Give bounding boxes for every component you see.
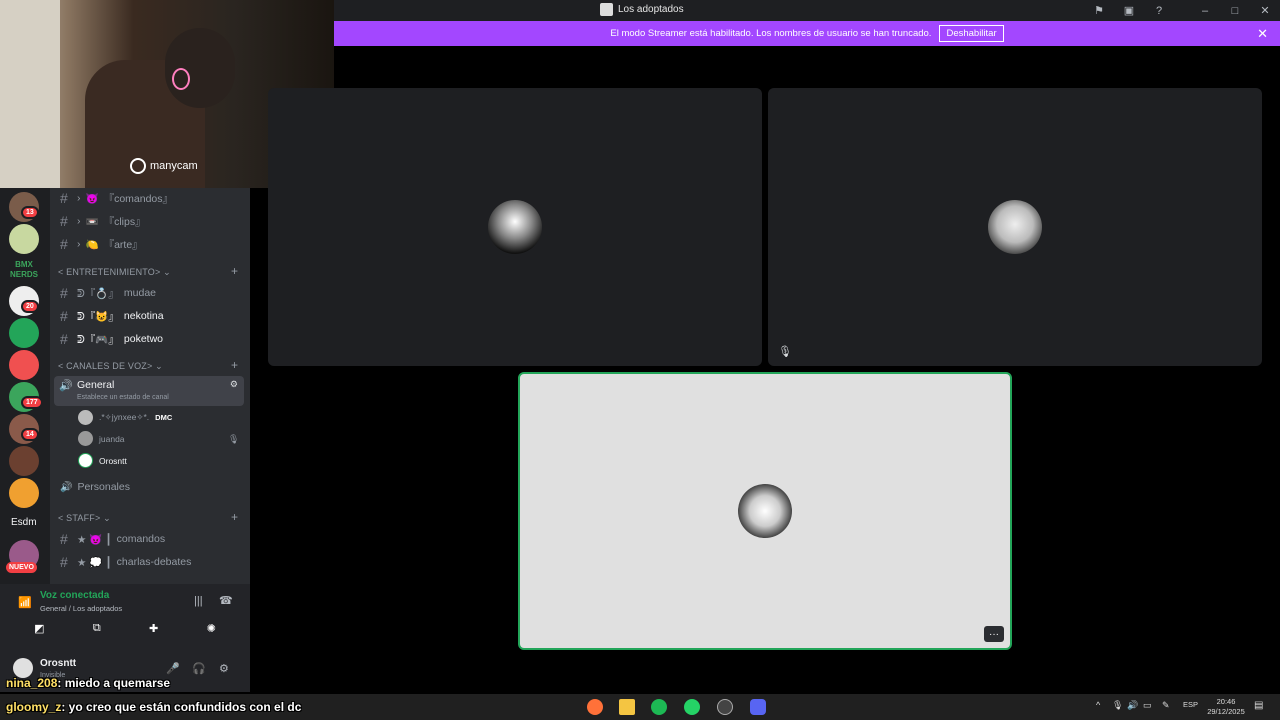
close-icon[interactable]: ✕ xyxy=(1257,26,1268,42)
whatsapp-icon[interactable] xyxy=(684,699,700,715)
mention-badge: 14 xyxy=(21,428,39,441)
server-icon-5[interactable] xyxy=(9,318,39,348)
server-icon-10[interactable] xyxy=(9,478,39,508)
obs-icon[interactable] xyxy=(717,699,733,715)
channel-nekotina[interactable]: # ᕲ『😺』 nekotina xyxy=(60,308,164,324)
video-tile-speaking[interactable]: ··· xyxy=(518,372,1012,650)
close-window-button[interactable]: ✕ xyxy=(1250,0,1280,21)
channel-staff-comandos[interactable]: # ★ 😈 ┃ comandos xyxy=(60,531,165,547)
server-icon-6[interactable] xyxy=(9,350,39,380)
screen-share-icon[interactable]: ⧉ xyxy=(93,622,101,640)
firefox-icon[interactable] xyxy=(587,699,603,715)
new-badge: NUEVO xyxy=(6,562,37,573)
server-icon-bmx[interactable]: BMX NERDS xyxy=(9,256,39,286)
avatar xyxy=(78,453,93,468)
gear-icon[interactable]: ⚙ xyxy=(230,379,238,390)
headphones-icon[interactable]: 🎧 xyxy=(192,662,206,675)
mic-muted-icon: 🎙 xyxy=(228,434,240,444)
spotify-icon[interactable] xyxy=(651,699,667,715)
channel-poketwo[interactable]: # ᕲ『🎮』 poketwo xyxy=(60,331,163,347)
headphone-light-icon xyxy=(172,68,190,90)
mic-muted-icon: 🎙 xyxy=(778,346,792,358)
video-tile[interactable]: 🎙 xyxy=(768,88,1262,366)
camera-off-icon[interactable]: ◩ xyxy=(34,622,44,640)
add-channel-icon[interactable]: + xyxy=(231,510,238,524)
category-voice[interactable]: < CANALES DE VOZ> ⌄ xyxy=(58,361,163,372)
mic-icon[interactable]: 🎙 xyxy=(1112,700,1123,711)
mention-badge: 13 xyxy=(21,206,39,219)
server-icon-9[interactable] xyxy=(9,446,39,476)
manycam-logo-icon xyxy=(130,158,146,174)
voice-location: General / Los adoptados xyxy=(40,604,123,613)
volume-icon[interactable]: 🔊 xyxy=(1127,700,1138,711)
banner-text: El modo Streamer está habilitado. Los no… xyxy=(610,28,932,39)
speaker-icon: 🔊 xyxy=(59,380,73,392)
more-options-icon[interactable]: ··· xyxy=(984,626,1004,642)
avatar[interactable] xyxy=(13,658,33,678)
voice-actions: ◩ ⧉ ✚ ✺ xyxy=(10,622,240,640)
avatar xyxy=(738,484,792,538)
channel-charlas-debates[interactable]: # ★ 💭 ┃ charlas-debates xyxy=(60,554,191,570)
soundboard-icon[interactable]: ✺ xyxy=(207,622,216,640)
minimize-button[interactable]: – xyxy=(1190,0,1220,21)
activities-icon[interactable]: ✚ xyxy=(149,622,158,640)
category-entertainment[interactable]: < ENTRETENIMIENTO> ⌄ xyxy=(58,267,171,278)
channel-comandos[interactable]: # › 😈 『comandos』 xyxy=(60,190,173,206)
webcam-wall xyxy=(0,0,60,188)
discord-icon[interactable] xyxy=(750,699,766,715)
file-explorer-icon[interactable] xyxy=(619,699,635,715)
channel-clips[interactable]: # › 📼 『clips』 xyxy=(60,213,146,229)
noise-suppression-icon[interactable]: ||| xyxy=(194,595,203,607)
video-tile[interactable] xyxy=(268,88,762,366)
user-name: Orosntt xyxy=(40,658,77,669)
avatar xyxy=(78,410,93,425)
add-channel-icon[interactable]: + xyxy=(231,358,238,372)
pen-icon[interactable]: ✎ xyxy=(1162,700,1170,711)
language-indicator[interactable]: ESP xyxy=(1183,700,1198,709)
mention-badge: 20 xyxy=(21,300,39,313)
disable-streamer-button[interactable]: Deshabilitar xyxy=(939,25,1004,42)
chevron-up-icon[interactable]: ^ xyxy=(1096,700,1100,710)
webcam-head xyxy=(165,28,235,108)
chat-message: nina_208: miedo a quemarse xyxy=(6,676,171,690)
signal-icon: 📶 xyxy=(18,597,32,609)
server-label-esdm[interactable]: Esdm xyxy=(11,517,37,528)
mic-icon[interactable]: 🎤 xyxy=(166,662,180,675)
voice-status[interactable]: Voz conectada xyxy=(40,590,109,601)
window-controls: ⚑ ▣ ? – □ ✕ xyxy=(1084,0,1280,21)
channel-arte[interactable]: # › 🍋 『arte』 xyxy=(60,236,143,252)
disconnect-icon[interactable]: ☎ xyxy=(219,594,233,607)
avatar xyxy=(488,200,542,254)
maximize-button[interactable]: □ xyxy=(1220,0,1250,21)
server-icon xyxy=(600,3,613,16)
channel-status[interactable]: Establece un estado de canal xyxy=(77,394,169,401)
add-channel-icon[interactable]: + xyxy=(231,264,238,278)
chat-message: gloomy_z: yo creo que están confundidos … xyxy=(6,700,302,714)
voice-channel-general[interactable]: 🔊 General Establece un estado de canal ⚙ xyxy=(54,376,244,406)
voice-user[interactable]: .*✧jynxee✧*. DMC xyxy=(78,410,172,425)
voice-user[interactable]: Orosntt xyxy=(78,453,127,468)
window-title: Los adoptados xyxy=(600,3,684,16)
server-icon-2[interactable] xyxy=(9,224,39,254)
voice-user[interactable]: juanda xyxy=(78,431,125,446)
screen-icon[interactable]: ▣ xyxy=(1114,0,1144,21)
notification-icon[interactable]: ▤ xyxy=(1254,700,1263,711)
avatar xyxy=(78,431,93,446)
title-bar: Los adoptados ⚑ ▣ ? – □ ✕ xyxy=(334,0,1280,21)
clock[interactable]: 20:46 29/12/2025 xyxy=(1202,697,1250,717)
inbox-icon[interactable]: ⚑ xyxy=(1084,0,1114,21)
voice-channel-personales[interactable]: 🔊 Personales xyxy=(60,481,130,493)
streamer-mode-banner: El modo Streamer está habilitado. Los no… xyxy=(334,21,1280,46)
channel-mudae[interactable]: # ᕲ『💍』 mudae xyxy=(60,285,156,301)
help-icon[interactable]: ? xyxy=(1144,0,1174,21)
network-icon[interactable]: ▭ xyxy=(1143,700,1152,711)
gear-icon[interactable]: ⚙ xyxy=(219,662,229,675)
taskbar: gloomy_z: yo creo que están confundidos … xyxy=(0,694,1280,720)
mention-badge: 177 xyxy=(21,396,43,409)
category-staff[interactable]: < STAFF> ⌄ xyxy=(58,513,111,524)
webcam-watermark: manycam xyxy=(130,158,198,174)
avatar xyxy=(988,200,1042,254)
